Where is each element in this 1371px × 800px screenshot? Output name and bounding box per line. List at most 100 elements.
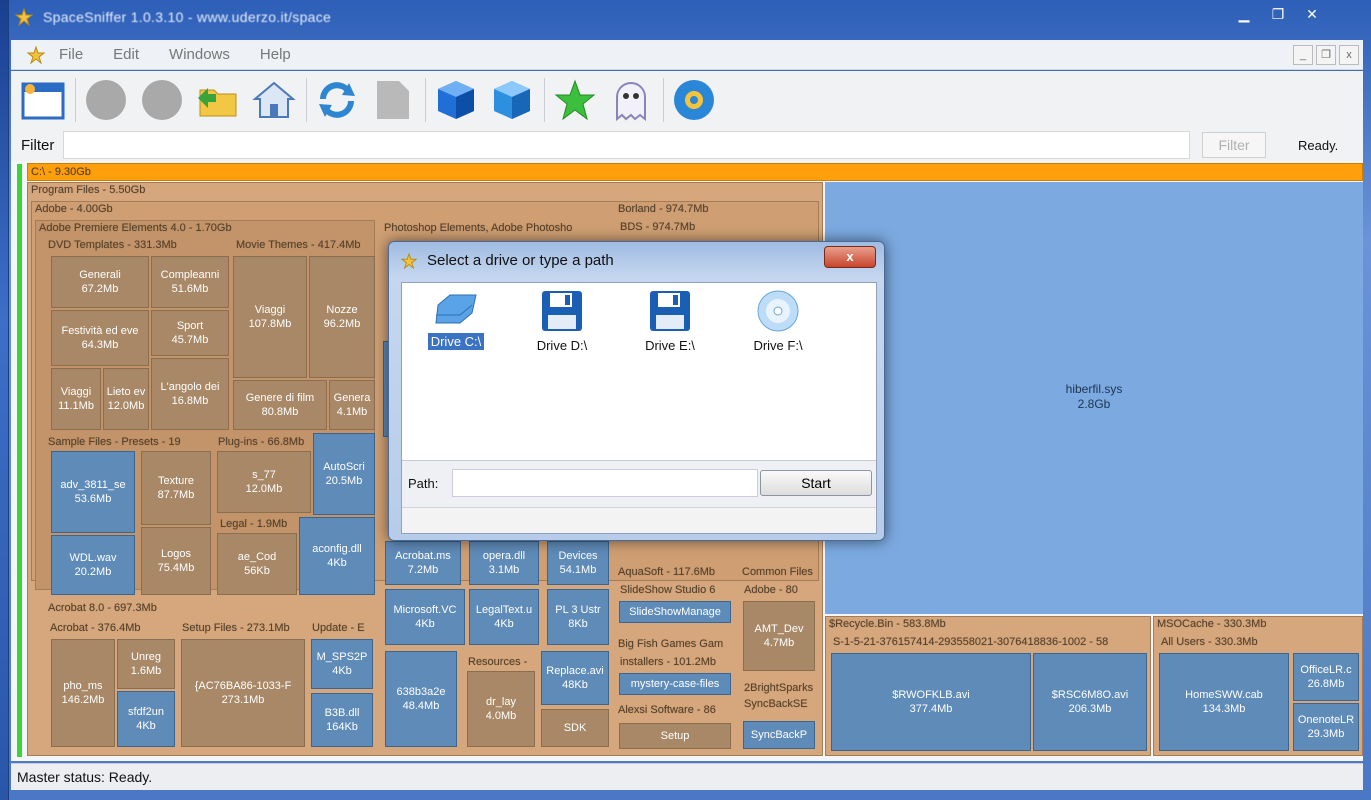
menu-file[interactable]: File (59, 46, 83, 63)
node-label: Adobe - 80 (744, 584, 798, 596)
tile-sport[interactable]: Sport 45.7Mb (151, 310, 229, 356)
status-text: Master status: Ready. (17, 769, 153, 785)
ghost-button[interactable] (607, 76, 655, 124)
mdi-app-icon (27, 45, 45, 64)
tile-adv[interactable]: adv_3811_se 53.6Mb (51, 451, 135, 533)
tile-texture[interactable]: Texture 87.7Mb (141, 451, 211, 525)
drive-f-item[interactable]: Drive F:\ (728, 289, 828, 354)
tile-size: 3.1Mb (488, 564, 520, 576)
tile-638b[interactable]: 638b3a2e 48.4Mb (385, 651, 457, 747)
tile-generali[interactable]: Generali 67.2Mb (51, 256, 149, 308)
tile-unreg[interactable]: Unreg 1.6Mb (117, 639, 175, 689)
tile-angolo[interactable]: L'angolo dei 16.8Mb (151, 358, 229, 430)
drive-c-item[interactable]: Drive C:\ (406, 289, 506, 351)
tile-devices[interactable]: Devices 54.1Mb (547, 541, 609, 585)
tile-logos[interactable]: Logos 75.4Mb (141, 527, 211, 595)
tile-autoscri[interactable]: AutoScri 20.5Mb (313, 433, 375, 515)
cube-zoom-out-button[interactable] (488, 76, 536, 124)
drive-d-item[interactable]: Drive D:\ (512, 289, 612, 354)
new-window-button[interactable] (19, 76, 67, 124)
drive-e-item[interactable]: Drive E:\ (620, 289, 720, 354)
tile-pl3[interactable]: PL 3 Ustr 8Kb (547, 589, 609, 645)
root-node[interactable]: C:\ - 9.30Gb (27, 163, 1363, 181)
tile-name: $RWOFKLB.avi (892, 689, 970, 701)
tile-sfdf[interactable]: sfdf2un 4Kb (117, 691, 175, 747)
tile-ac[interactable]: {AC76BA86-1033-F 273.1Mb (181, 639, 305, 747)
tile-onenote[interactable]: OnenoteLR 29.3Mb (1293, 703, 1359, 751)
scan-progress-bar (17, 164, 22, 757)
dialog-close-button[interactable]: x (824, 246, 876, 268)
cube-zoom-in-button[interactable] (432, 76, 480, 124)
tile-replace[interactable]: Replace.avi 48Kb (541, 651, 609, 705)
tile-slideshow-manager[interactable]: SlideShowManage (619, 601, 731, 623)
forward-button[interactable] (138, 76, 186, 124)
tile-size: 7.2Mb (407, 564, 439, 576)
close-icon[interactable]: ✕ (1297, 4, 1327, 24)
tile-b3b[interactable]: B3B.dll 164Kb (311, 693, 373, 747)
tile-msvc[interactable]: Microsoft.VC 4Kb (385, 589, 465, 645)
options-button[interactable] (670, 76, 718, 124)
tile-hiberfil[interactable]: hiberfil.sys 2.8Gb (825, 182, 1363, 614)
tile-name: LegalText.u (475, 604, 533, 616)
path-input[interactable] (452, 469, 758, 497)
tile-sdk[interactable]: SDK (541, 709, 609, 747)
minimize-icon[interactable]: ▁ (1229, 4, 1259, 24)
start-button[interactable]: Start (760, 470, 872, 496)
tile-dr[interactable]: dr_lay 4.0Mb (467, 671, 535, 747)
mdi-close-icon[interactable]: x (1339, 45, 1359, 65)
tile-syncback[interactable]: SyncBackP (743, 721, 815, 749)
maximize-icon[interactable]: ❐ (1263, 4, 1293, 24)
tile-genera[interactable]: Genera 4.1Mb (329, 380, 375, 430)
tile-viaggi-small[interactable]: Viaggi 11.1Mb (51, 368, 101, 430)
tile-nozze[interactable]: Nozze 96.2Mb (309, 256, 375, 378)
menu-windows[interactable]: Windows (169, 46, 230, 63)
tile-compleanni[interactable]: Compleanni 51.6Mb (151, 256, 229, 308)
tile-name: SyncBackP (750, 729, 808, 741)
filter-input[interactable] (63, 131, 1190, 159)
menu-help[interactable]: Help (260, 46, 291, 63)
node-label: SyncBackSE (744, 698, 808, 710)
document-button[interactable] (369, 76, 417, 124)
favorite-button[interactable] (551, 76, 599, 124)
tile-size: 87.7Mb (157, 489, 195, 501)
tile-aconfig[interactable]: aconfig.dll 4Kb (299, 517, 375, 595)
tile-name: M_SPS2P (316, 651, 368, 663)
tile-lieto[interactable]: Lieto ev 12.0Mb (103, 368, 149, 430)
tile-name: Genere di film (245, 392, 315, 404)
tile-name: sfdf2un (127, 706, 165, 718)
home-button[interactable] (250, 76, 298, 124)
tile-name: ae_Cod (237, 551, 277, 563)
dialog-title: Select a drive or type a path (427, 252, 614, 269)
menu-edit[interactable]: Edit (113, 46, 139, 63)
tile-name: Nozze (326, 304, 358, 316)
filter-button[interactable]: Filter (1202, 132, 1266, 158)
drive-list: Drive C:\ Drive D:\ Drive E:\ Drive F:\ (402, 283, 876, 461)
tile-opera[interactable]: opera.dll 3.1Mb (469, 541, 539, 585)
tile-pho[interactable]: pho_ms 146.2Mb (51, 639, 115, 747)
tile-s77[interactable]: s_77 12.0Mb (217, 451, 311, 513)
mdi-restore-icon[interactable]: ❐ (1316, 45, 1336, 65)
tile-festivita[interactable]: Festività ed eve 64.3Mb (51, 310, 149, 366)
tile-setup[interactable]: Setup (619, 723, 731, 749)
tile-legaltext[interactable]: LegalText.u 4Kb (469, 589, 539, 645)
refresh-button[interactable] (313, 76, 361, 124)
mdi-minimize-icon[interactable]: _ (1293, 45, 1313, 65)
tile-rs[interactable]: $RSC6M8O.avi 206.3Mb (1033, 653, 1147, 751)
tile-amt[interactable]: AMT_Dev 4.7Mb (743, 601, 815, 671)
tile-wav[interactable]: WDL.wav 20.2Mb (51, 535, 135, 595)
tile-homeswi[interactable]: HomeSWW.cab 134.3Mb (1159, 653, 1289, 751)
tile-office[interactable]: OfficeLR.c 26.8Mb (1293, 653, 1359, 701)
tile-mspsp[interactable]: M_SPS2P 4Kb (311, 639, 373, 689)
tile-name: L'angolo dei (160, 381, 220, 393)
tile-size: 164Kb (326, 721, 358, 733)
tile-size: 146.2Mb (61, 694, 105, 706)
tile-mystery[interactable]: mystery-case-files (619, 673, 731, 695)
tile-rwo[interactable]: $RWOFKLB.avi 377.4Mb (831, 653, 1031, 751)
tile-acrobat-ms[interactable]: Acrobat.ms 7.2Mb (385, 541, 461, 585)
back-button[interactable] (82, 76, 130, 124)
tile-size: 48.4Mb (402, 700, 440, 712)
tile-genere[interactable]: Genere di film 80.8Mb (233, 380, 327, 430)
tile-ae-cod[interactable]: ae_Cod 56Kb (217, 533, 297, 595)
open-folder-button[interactable] (194, 76, 242, 124)
tile-viaggi[interactable]: Viaggi 107.8Mb (233, 256, 307, 378)
